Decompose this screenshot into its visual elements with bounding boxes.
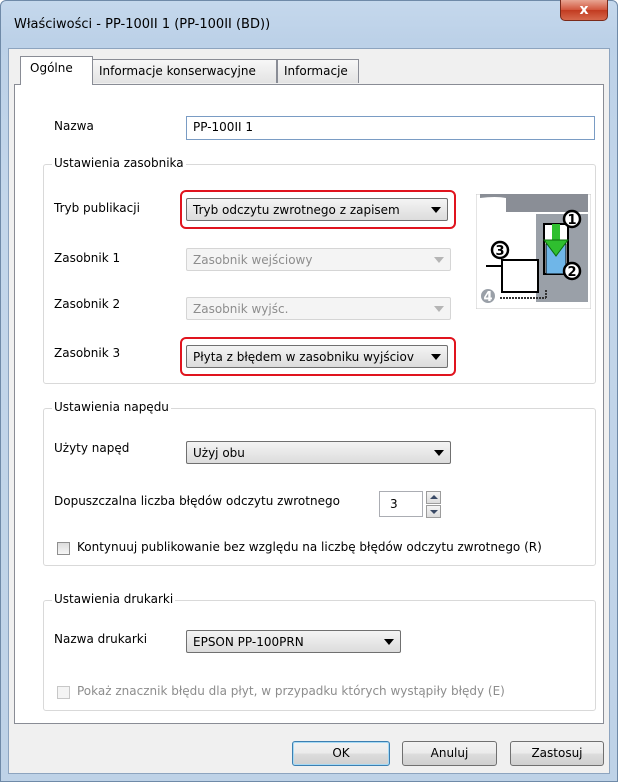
tray3-label: Zasobnik 3 <box>54 346 121 360</box>
readback-errors-field[interactable]: 3 <box>379 491 423 517</box>
tray3-value: Płyta z błędem w zasobniku wyjściov <box>193 350 414 364</box>
drive-used-label: Użyty napęd <box>54 441 130 455</box>
tray1-dropdown: Zasobnik wejściowy <box>186 248 451 271</box>
cancel-button[interactable]: Anuluj <box>402 741 497 766</box>
tray3-dropdown[interactable]: Płyta z błędem w zasobniku wyjściov <box>186 345 448 368</box>
printer-settings-title: Ustawienia drukarki <box>52 592 176 606</box>
drive-used-value: Użyj obu <box>193 446 245 460</box>
name-label: Nazwa <box>54 119 94 133</box>
tray1-label: Zasobnik 1 <box>54 251 121 265</box>
drive-settings-title: Ustawienia napędu <box>52 400 171 414</box>
arrow-down-icon <box>430 510 438 514</box>
printer-name-dropdown[interactable]: EPSON PP-100PRN <box>186 630 401 653</box>
ok-button[interactable]: OK <box>292 741 390 766</box>
badge-1-text: 1 <box>567 213 576 228</box>
chevron-down-icon <box>434 257 444 263</box>
tray2-dropdown: Zasobnik wyjśc. <box>186 297 451 320</box>
error-mark-label: Pokaż znacznik błędu dla płyt, w przypad… <box>77 684 505 698</box>
tab-general[interactable]: Ogólne <box>20 56 93 85</box>
badge-4-text: 4 <box>483 290 492 305</box>
drive-used-dropdown[interactable]: Użyj obu <box>186 441 451 464</box>
publish-mode-value: Tryb odczytu zwrotnego z zapisem <box>193 203 400 217</box>
badge-3-text: 3 <box>495 244 504 259</box>
close-button[interactable]: x <box>560 0 608 21</box>
spin-up-button[interactable] <box>426 491 441 504</box>
error-mark-checkbox <box>57 686 70 699</box>
chevron-down-icon <box>384 639 394 645</box>
chevron-down-icon <box>434 450 444 456</box>
publish-mode-label: Tryb publikacji <box>54 201 140 215</box>
tray2-label: Zasobnik 2 <box>54 297 121 311</box>
name-field[interactable]: PP-100II 1 <box>186 116 595 140</box>
printer-name-value: EPSON PP-100PRN <box>193 635 304 649</box>
chevron-down-icon <box>431 354 441 360</box>
chevron-down-icon <box>434 306 444 312</box>
chevron-down-icon <box>431 207 441 213</box>
tray1-value: Zasobnik wejściowy <box>193 253 313 267</box>
tray2-value: Zasobnik wyjśc. <box>193 302 289 316</box>
readback-errors-label: Dopuszczalna liczba błędów odczytu zwrot… <box>54 494 340 508</box>
tray-settings-title: Ustawienia zasobnika <box>52 156 186 170</box>
arrow-up-icon <box>430 495 438 499</box>
tab-info[interactable]: Informacje <box>277 59 359 83</box>
badge-2-text: 2 <box>567 265 576 280</box>
spin-down-button[interactable] <box>426 505 441 518</box>
tray3-box-shape <box>501 259 539 293</box>
apply-button[interactable]: Zastosuj <box>510 741 604 766</box>
tray-diagram: 1 2 3 4 <box>476 194 591 309</box>
publish-mode-dropdown[interactable]: Tryb odczytu zwrotnego z zapisem <box>186 198 448 221</box>
window-title: Właściwości - PP-100II 1 (PP-100II (BD)) <box>14 17 271 32</box>
continue-publishing-label[interactable]: Kontynuuj publikowanie bez względu na li… <box>77 540 542 554</box>
printer-name-label: Nazwa drukarki <box>54 632 148 646</box>
tab-maintenance-info[interactable]: Informacje konserwacyjne <box>92 59 277 83</box>
continue-publishing-checkbox[interactable] <box>57 542 70 555</box>
